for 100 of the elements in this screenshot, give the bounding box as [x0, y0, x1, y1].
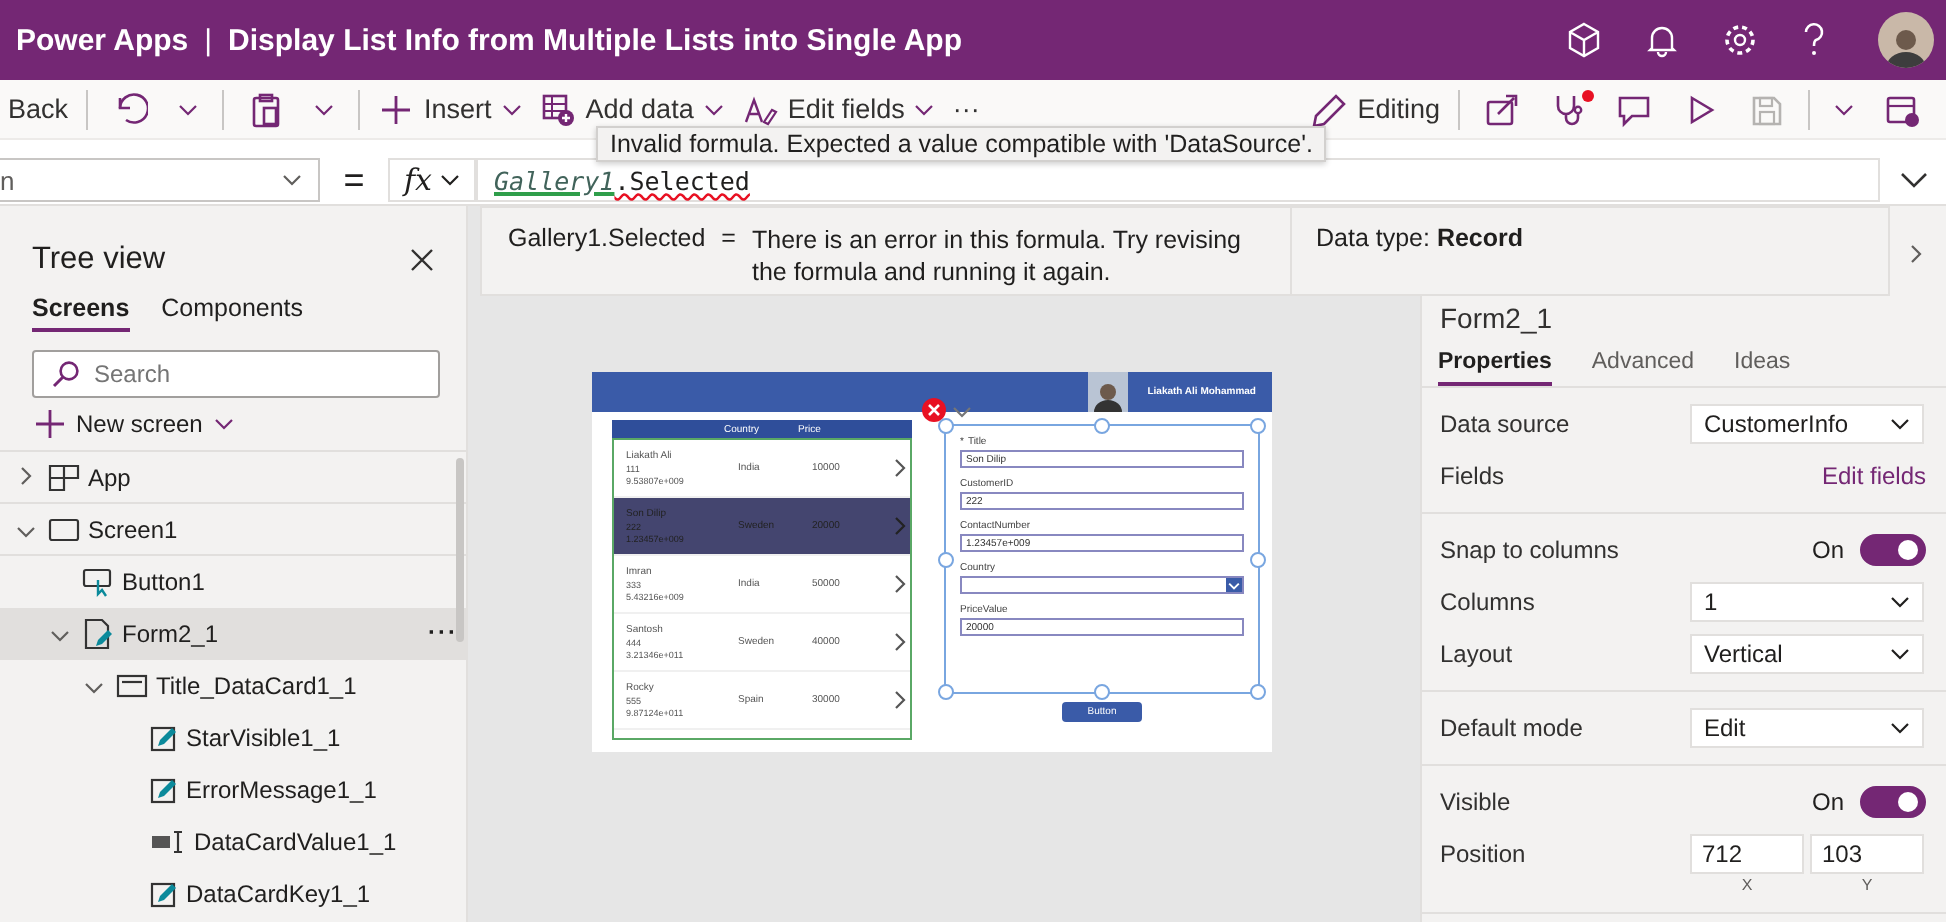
plus-icon: [36, 410, 64, 438]
person-icon: [1091, 380, 1124, 412]
panel-title: Tree view: [32, 242, 166, 278]
tree-item[interactable]: Form2_1 ···: [0, 608, 466, 660]
settings-icon[interactable]: [1722, 22, 1758, 58]
caret-icon: [440, 174, 460, 186]
chevron-right-icon: [1910, 244, 1922, 264]
expand-caret-icon[interactable]: [84, 682, 104, 694]
dropdown-field[interactable]: [960, 576, 1244, 594]
error-icon: [922, 398, 946, 422]
input-icon: [150, 830, 186, 854]
equals-sign: =: [341, 159, 367, 201]
properties-tab[interactable]: Ideas: [1734, 350, 1791, 386]
help-icon[interactable]: [1800, 22, 1828, 58]
close-icon[interactable]: [410, 248, 434, 272]
caret-icon: [952, 406, 972, 418]
property-dropdown[interactable]: Vertical: [1690, 634, 1924, 674]
function-button[interactable]: fx: [388, 158, 476, 202]
expand-caret-icon[interactable]: [16, 525, 36, 537]
properties-tab[interactable]: Properties: [1438, 350, 1552, 386]
resize-handle[interactable]: [1250, 551, 1266, 567]
alert-dot: [1582, 89, 1594, 101]
chevron-right-icon: [894, 690, 906, 710]
chevron-right-icon: [894, 632, 906, 652]
add-data-button[interactable]: Add data: [539, 91, 724, 127]
property-label: Columns: [1440, 588, 1537, 616]
properties-tab[interactable]: Advanced: [1591, 350, 1695, 386]
data-type-text: Data type: Record: [1314, 222, 1526, 256]
search-icon: [52, 360, 80, 388]
screen-icon: [48, 515, 80, 543]
more-icon[interactable]: ···: [428, 618, 458, 646]
panel-tab[interactable]: Screens: [32, 294, 130, 332]
card-icon: [116, 672, 148, 700]
tree-item[interactable]: StarVisible1_1: [0, 712, 466, 764]
toggle-switch[interactable]: [1860, 534, 1926, 566]
caret-icon: [914, 103, 935, 115]
formula-input[interactable]: Gallery1.Selected: [476, 158, 1880, 202]
search-field[interactable]: Search: [32, 350, 440, 398]
toggle-switch[interactable]: [1860, 786, 1926, 818]
comment-icon: [1616, 91, 1652, 127]
tree-item[interactable]: ErrorMessage1_1: [0, 764, 466, 816]
bell-icon[interactable]: [1644, 22, 1680, 58]
resize-handle[interactable]: [1250, 418, 1266, 434]
tree-item[interactable]: Button1: [0, 556, 466, 608]
caret-icon: [1228, 581, 1240, 589]
chevron-down-icon: [1899, 172, 1927, 188]
resize-handle[interactable]: [938, 684, 954, 700]
new-screen-button[interactable]: New screen: [0, 398, 466, 450]
window-title: Display List Info from Multiple Lists into Single App: [228, 23, 962, 57]
caret-icon: [214, 418, 235, 430]
app-icon: [48, 461, 80, 493]
calendar-icon: [1884, 91, 1920, 127]
property-dropdown[interactable]: Edit: [1690, 708, 1924, 748]
more-button[interactable]: ···: [952, 94, 980, 124]
property-label: Data source: [1440, 410, 1572, 438]
resize-handle[interactable]: [1094, 418, 1110, 434]
chevron-right-icon: [894, 458, 906, 478]
edit-fields-link[interactable]: Edit fields: [1821, 462, 1926, 490]
expand-chevron-icon: [20, 465, 32, 485]
edit-icon: [150, 724, 178, 752]
error-expression: Gallery1.Selected: [508, 224, 706, 256]
tree-item[interactable]: Title_DataCard1_1: [0, 660, 466, 712]
expand-caret-icon[interactable]: [50, 630, 70, 642]
x-input[interactable]: 712: [1690, 834, 1804, 874]
property-label: Visible: [1440, 788, 1513, 816]
chevron-right-icon: [894, 516, 906, 536]
environment-icon[interactable]: [1566, 22, 1602, 58]
insert-button[interactable]: Insert: [378, 91, 522, 127]
back-button[interactable]: Back: [8, 94, 69, 124]
plus-icon: [378, 91, 415, 127]
property-dropdown[interactable]: CustomerInfo: [1690, 404, 1924, 444]
property-label: Layout: [1440, 640, 1515, 668]
editing-button[interactable]: Editing: [1311, 91, 1440, 127]
chevron-right-icon: [894, 574, 906, 594]
resize-handle[interactable]: [1094, 684, 1110, 700]
caret-icon: [501, 103, 522, 115]
resize-handle[interactable]: [1250, 684, 1266, 700]
share-icon: [1484, 91, 1520, 127]
property-dropdown[interactable]: n: [0, 158, 320, 202]
person-icon: [1884, 24, 1928, 68]
tree-item[interactable]: DataCardValue1_1: [0, 816, 466, 868]
property-dropdown[interactable]: 1: [1690, 582, 1924, 622]
title-separator: |: [204, 23, 213, 57]
resize-handle[interactable]: [938, 551, 954, 567]
avatar[interactable]: [1878, 12, 1934, 68]
property-label: Position: [1440, 838, 1528, 868]
pencil-icon: [1311, 91, 1348, 127]
save-icon: [1748, 91, 1784, 127]
edit-fields-button[interactable]: Edit fields: [741, 91, 935, 127]
button-icon: [82, 566, 114, 598]
edit-icon: [150, 880, 178, 908]
panel-tab[interactable]: Components: [161, 294, 304, 332]
tree-item[interactable]: DataCardKey1_1: [0, 868, 466, 920]
clipboard-icon: [248, 91, 285, 127]
table-plus-icon: [539, 91, 576, 127]
caret-icon: [314, 103, 335, 115]
property-label: Default mode: [1440, 714, 1585, 742]
resize-handle[interactable]: [938, 418, 954, 434]
app-name: Power Apps: [16, 23, 189, 57]
y-input[interactable]: 103: [1810, 834, 1924, 874]
